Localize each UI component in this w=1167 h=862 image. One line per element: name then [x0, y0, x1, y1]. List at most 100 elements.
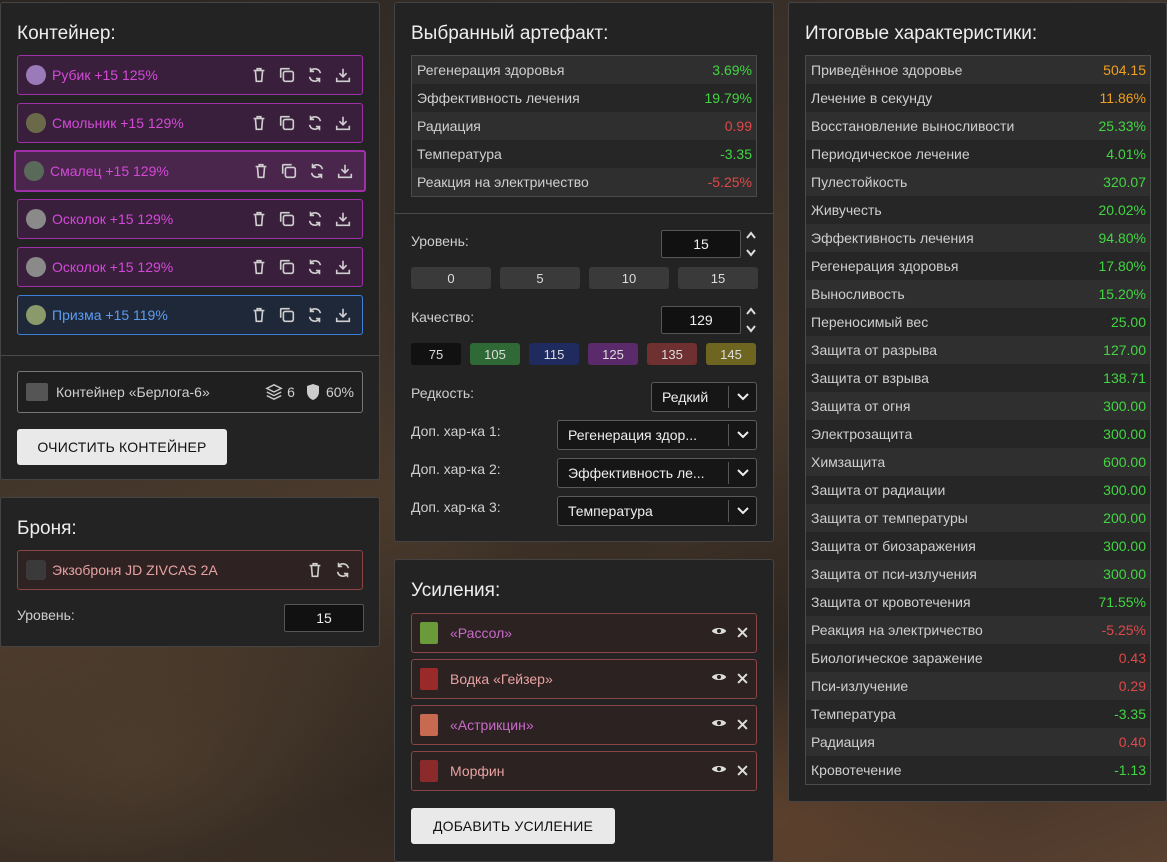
- stat-row: Приведённое здоровье 504.15: [806, 56, 1150, 84]
- remove-boost-button[interactable]: [737, 717, 748, 733]
- extra3-select[interactable]: Температура: [557, 496, 757, 526]
- duplicate-button[interactable]: [278, 160, 300, 182]
- artifact-quality-input[interactable]: 129: [661, 306, 741, 334]
- chevron-down-icon: [736, 431, 749, 439]
- clear-container-button[interactable]: ОЧИСТИТЬ КОНТЕЙНЕР: [17, 429, 227, 465]
- duplicate-button[interactable]: [276, 304, 298, 326]
- stat-row: Защита от радиации 300.00: [806, 476, 1150, 504]
- container-item-name: Осколок +15 129%: [52, 259, 174, 275]
- artifact-level-spinner[interactable]: [745, 231, 757, 257]
- stat-label: Выносливость: [811, 286, 905, 302]
- level-preset-button[interactable]: 10: [589, 267, 669, 289]
- stat-label: Температура: [811, 706, 896, 722]
- replace-button[interactable]: [304, 112, 326, 134]
- export-button[interactable]: [334, 160, 356, 182]
- stat-row: Лечение в секунду 11.86%: [806, 84, 1150, 112]
- export-button[interactable]: [332, 64, 354, 86]
- extra2-select[interactable]: Эффективность ле...: [557, 458, 757, 488]
- replace-button[interactable]: [304, 208, 326, 230]
- container-divider: [1, 355, 379, 356]
- delete-button[interactable]: [248, 64, 270, 86]
- quality-preset-button[interactable]: 135: [647, 343, 697, 365]
- quality-preset-button[interactable]: 105: [470, 343, 520, 365]
- delete-button[interactable]: [248, 208, 270, 230]
- remove-boost-button[interactable]: [737, 625, 748, 641]
- quality-preset-button[interactable]: 75: [411, 343, 461, 365]
- artifact-quality-spinner[interactable]: [745, 307, 757, 333]
- remove-boost-button[interactable]: [737, 671, 748, 687]
- boost-item[interactable]: Морфин: [411, 751, 757, 791]
- container-item[interactable]: Осколок +15 129%: [17, 247, 363, 287]
- duplicate-button[interactable]: [276, 208, 298, 230]
- delete-button[interactable]: [248, 256, 270, 278]
- chevron-down-icon[interactable]: [746, 325, 756, 333]
- add-boost-button[interactable]: ДОБАВИТЬ УСИЛЕНИЕ: [411, 808, 615, 844]
- duplicate-button[interactable]: [276, 256, 298, 278]
- armor-level-input[interactable]: 15: [284, 604, 364, 632]
- duplicate-button[interactable]: [276, 64, 298, 86]
- delete-armor-button[interactable]: [304, 559, 326, 581]
- container-info[interactable]: Контейнер «Берлога-6» 6 60%: [17, 371, 363, 413]
- armor-name: Экзоброня JD ZIVCAS 2A: [52, 562, 218, 578]
- stat-label: Реакция на электричество: [811, 622, 983, 638]
- chevron-up-icon[interactable]: [746, 231, 756, 239]
- level-preset-button[interactable]: 0: [411, 267, 491, 289]
- armor-item[interactable]: Экзоброня JD ZIVCAS 2A: [17, 550, 363, 590]
- rarity-label: Редкость:: [411, 385, 475, 401]
- toggle-visibility-button[interactable]: [711, 715, 727, 736]
- rarity-select[interactable]: Редкий: [651, 382, 757, 412]
- toggle-visibility-button[interactable]: [711, 761, 727, 782]
- replace-button[interactable]: [306, 160, 328, 182]
- artifact-level-input[interactable]: 15: [661, 230, 741, 258]
- level-preset-button[interactable]: 15: [678, 267, 758, 289]
- remove-boost-button[interactable]: [737, 763, 748, 779]
- chevron-up-icon[interactable]: [746, 307, 756, 315]
- container-item[interactable]: Осколок +15 129%: [17, 199, 363, 239]
- container-title: Контейнер:: [17, 23, 116, 44]
- container-item[interactable]: Смалец +15 129%: [14, 150, 366, 192]
- stat-row: Выносливость 15.20%: [806, 280, 1150, 308]
- duplicate-button[interactable]: [276, 112, 298, 134]
- export-button[interactable]: [332, 304, 354, 326]
- stat-value: 127.00: [1103, 342, 1146, 358]
- artifact-quality-label: Качество:: [411, 309, 475, 325]
- replace-armor-button[interactable]: [332, 559, 354, 581]
- replace-button[interactable]: [304, 64, 326, 86]
- quality-preset-button[interactable]: 125: [588, 343, 638, 365]
- extra1-select[interactable]: Регенерация здор...: [557, 420, 757, 450]
- stat-row: Температура -3.35: [806, 700, 1150, 728]
- boost-item[interactable]: «Рассол»: [411, 613, 757, 653]
- export-button[interactable]: [332, 256, 354, 278]
- delete-button[interactable]: [248, 304, 270, 326]
- container-item[interactable]: Смольник +15 129%: [17, 103, 363, 143]
- stat-value: 300.00: [1103, 426, 1146, 442]
- export-button[interactable]: [332, 208, 354, 230]
- container-item[interactable]: Призма +15 119%: [17, 295, 363, 335]
- extra1-value: Регенерация здор...: [568, 427, 698, 443]
- stat-row: Восстановление выносливости 25.33%: [806, 112, 1150, 140]
- toggle-visibility-button[interactable]: [711, 623, 727, 644]
- boost-item[interactable]: «Астрикцин»: [411, 705, 757, 745]
- rarity-value: Редкий: [662, 389, 709, 405]
- boost-item[interactable]: Водка «Гейзер»: [411, 659, 757, 699]
- delete-button[interactable]: [250, 160, 272, 182]
- level-preset-button[interactable]: 5: [500, 267, 580, 289]
- stat-row: Переносимый вес 25.00: [806, 308, 1150, 336]
- quality-preset-button[interactable]: 145: [706, 343, 756, 365]
- stat-value: 300.00: [1103, 482, 1146, 498]
- stat-row: Защита от разрыва 127.00: [806, 336, 1150, 364]
- eye-icon: [711, 719, 727, 726]
- stat-label: Электрозащита: [811, 426, 913, 442]
- export-button[interactable]: [332, 112, 354, 134]
- copy-icon: [279, 307, 295, 323]
- replace-button[interactable]: [304, 256, 326, 278]
- refresh-icon: [308, 259, 322, 275]
- stat-label: Лечение в секунду: [811, 90, 933, 106]
- container-item[interactable]: Рубик +15 125%: [17, 55, 363, 95]
- delete-button[interactable]: [248, 112, 270, 134]
- toggle-visibility-button[interactable]: [711, 669, 727, 690]
- replace-button[interactable]: [304, 304, 326, 326]
- download-icon: [335, 308, 351, 323]
- chevron-down-icon[interactable]: [746, 249, 756, 257]
- quality-preset-button[interactable]: 115: [529, 343, 579, 365]
